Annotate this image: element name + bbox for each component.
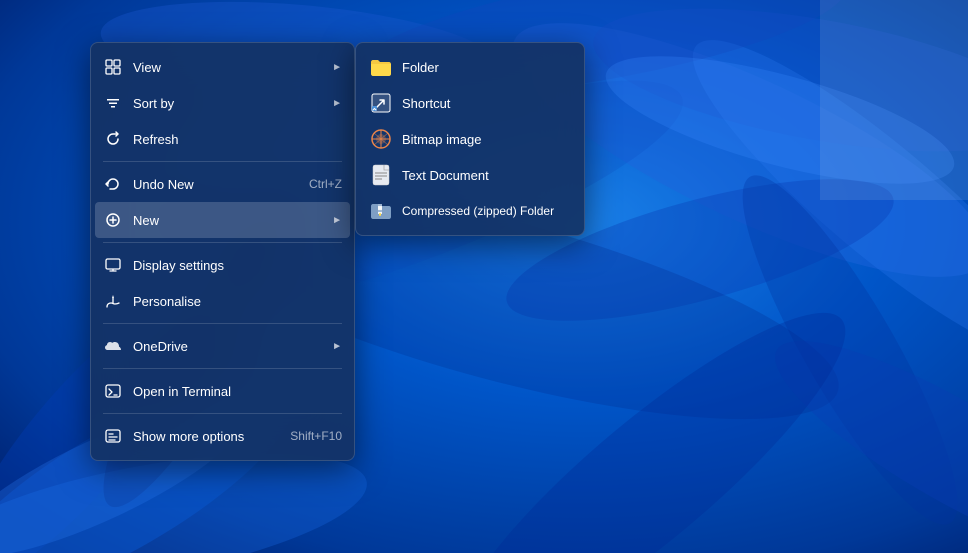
folder-icon [370,56,392,78]
submenu-item-zip[interactable]: Compressed (zipped) Folder [356,193,584,229]
personalise-icon [103,291,123,311]
new-chevron-icon: ► [332,215,342,226]
show-more-options-icon [103,426,123,446]
menu-item-open-terminal[interactable]: Open in Terminal [91,373,354,409]
submenu-item-shortcut-label: Shortcut [402,96,450,111]
undo-icon [103,174,123,194]
menu-item-open-terminal-label: Open in Terminal [133,384,342,399]
separator-2 [103,242,342,243]
submenu-item-folder-label: Folder [402,60,439,75]
menu-item-personalise-label: Personalise [133,294,342,309]
submenu-item-text-document[interactable]: Text Document [356,157,584,193]
sort-icon [103,93,123,113]
menu-item-new-label: New [133,213,328,228]
submenu-new: Folder Shortcut Bitmap image [355,42,585,236]
menu-item-personalise[interactable]: Personalise [91,283,354,319]
terminal-icon [103,381,123,401]
menu-item-display-settings-label: Display settings [133,258,342,273]
submenu-item-bitmap-label: Bitmap image [402,132,481,147]
submenu-item-folder[interactable]: Folder [356,49,584,85]
menu-item-onedrive-label: OneDrive [133,339,328,354]
onedrive-chevron-icon: ► [332,341,342,352]
text-document-icon [370,164,392,186]
menu-item-view[interactable]: View ► [91,49,354,85]
separator-5 [103,413,342,414]
new-icon [103,210,123,230]
context-menu: View ► Sort by ► Refresh Undo New Ctrl+Z [90,42,355,461]
separator-1 [103,161,342,162]
zip-icon [370,200,392,222]
separator-4 [103,368,342,369]
menu-item-sort-by[interactable]: Sort by ► [91,85,354,121]
menu-item-onedrive[interactable]: OneDrive ► [91,328,354,364]
menu-item-display-settings[interactable]: Display settings [91,247,354,283]
separator-3 [103,323,342,324]
refresh-icon [103,129,123,149]
shortcut-icon [370,92,392,114]
show-more-shortcut: Shift+F10 [290,429,342,443]
onedrive-icon [103,336,123,356]
sort-chevron-icon: ► [332,98,342,109]
submenu-item-text-document-label: Text Document [402,168,489,183]
bitmap-icon [370,128,392,150]
undo-new-shortcut: Ctrl+Z [309,177,342,191]
view-icon [103,57,123,77]
menu-item-sort-by-label: Sort by [133,96,328,111]
menu-item-undo-new[interactable]: Undo New Ctrl+Z [91,166,354,202]
menu-item-view-label: View [133,60,328,75]
menu-item-refresh-label: Refresh [133,132,342,147]
menu-item-refresh[interactable]: Refresh [91,121,354,157]
submenu-item-shortcut[interactable]: Shortcut [356,85,584,121]
menu-item-show-more-options[interactable]: Show more options Shift+F10 [91,418,354,454]
view-chevron-icon: ► [332,62,342,73]
menu-item-show-more-options-label: Show more options [133,429,282,444]
display-settings-icon [103,255,123,275]
submenu-item-zip-label: Compressed (zipped) Folder [402,204,554,218]
submenu-item-bitmap[interactable]: Bitmap image [356,121,584,157]
menu-item-undo-new-label: Undo New [133,177,301,192]
menu-item-new[interactable]: New ► [95,202,350,238]
